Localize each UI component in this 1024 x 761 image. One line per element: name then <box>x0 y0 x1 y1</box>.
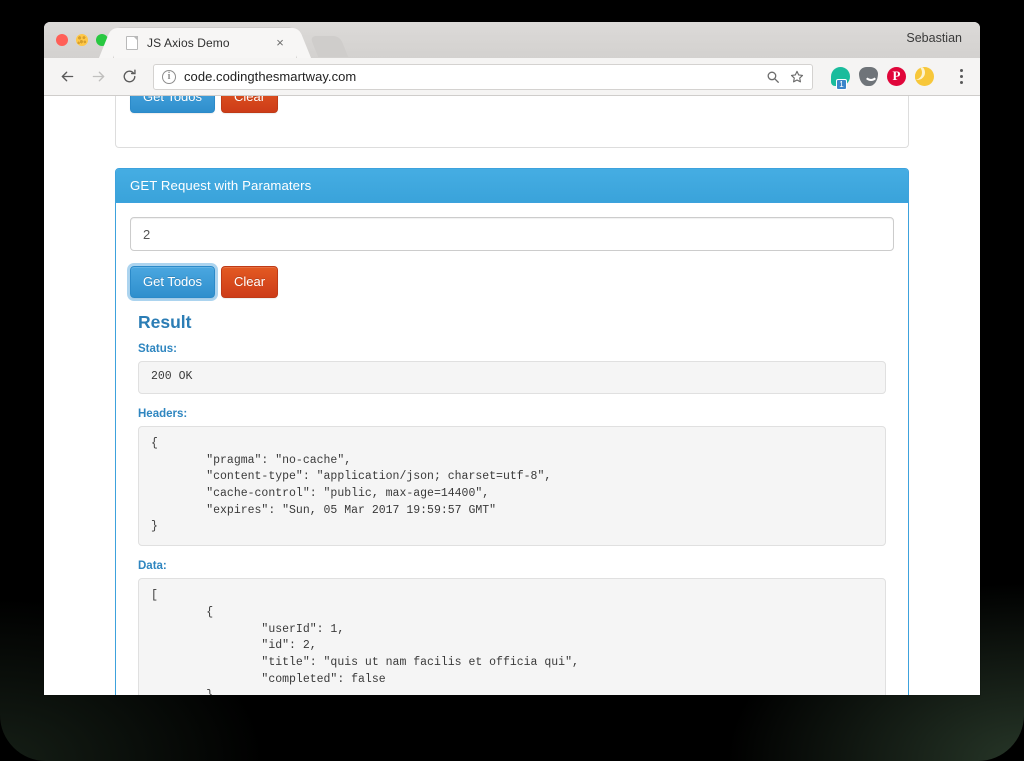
window-traffic-lights <box>56 34 108 46</box>
moon-extension-icon[interactable] <box>915 67 934 86</box>
data-output: [ { "userId": 1, "id": 2, "title": "quis… <box>138 578 886 695</box>
todo-id-input[interactable] <box>130 217 894 251</box>
pinterest-extension-icon[interactable]: P <box>887 67 906 86</box>
get-request-with-parameters-panel: GET Request with Paramaters Get Todos Cl… <box>115 168 909 695</box>
get-params-panel-heading: GET Request with Paramaters <box>116 169 908 203</box>
chrome-menu-icon[interactable] <box>952 66 970 88</box>
bookmark-star-icon[interactable] <box>790 70 804 84</box>
get-params-button-row: Get Todos Clear <box>126 262 894 302</box>
site-info-icon[interactable]: i <box>162 69 176 84</box>
back-button[interactable] <box>54 64 80 90</box>
get-request-button-row: Get Todos Clear <box>130 96 279 114</box>
clear-button-top[interactable]: Clear <box>221 96 279 114</box>
extension-icons: 1 P <box>819 66 970 90</box>
status-label: Status: <box>138 343 177 356</box>
address-bar-url: code.codingthesmartway.com <box>184 69 357 84</box>
web-page: Get Todos Clear GET Request with Paramat… <box>44 96 980 695</box>
clear-button[interactable]: Clear <box>221 266 279 299</box>
close-tab-icon[interactable]: × <box>272 35 288 51</box>
close-window-icon[interactable] <box>56 34 68 46</box>
result-title: Result <box>138 312 192 333</box>
todo-id-form-group <box>130 217 894 251</box>
extension-badge: 1 <box>836 79 847 90</box>
page-viewport: Get Todos Clear GET Request with Paramat… <box>44 96 980 695</box>
profile-name[interactable]: Sebastian <box>906 31 962 45</box>
search-icon[interactable] <box>766 70 780 84</box>
address-bar[interactable]: i code.codingthesmartway.com <box>153 63 813 90</box>
pocket-extension-icon[interactable] <box>859 67 878 86</box>
get-request-panel-partial: Get Todos Clear <box>115 96 909 148</box>
data-label: Data: <box>138 560 167 573</box>
reload-button[interactable] <box>116 64 142 90</box>
get-todos-button-top[interactable]: Get Todos <box>130 96 216 114</box>
headers-label: Headers: <box>138 408 188 421</box>
minimize-window-icon[interactable] <box>76 34 88 46</box>
forward-button <box>85 64 111 90</box>
get-params-panel-body: Get Todos Clear Result Status: 200 OK He… <box>116 203 908 695</box>
browser-window: JS Axios Demo × Sebastian i code.codingt… <box>44 22 980 695</box>
browser-tab-strip: JS Axios Demo × Sebastian <box>44 22 980 58</box>
tab-js-axios-demo[interactable]: JS Axios Demo × <box>114 28 296 58</box>
status-output: 200 OK <box>138 361 886 395</box>
page-favicon-icon <box>126 36 138 50</box>
tab-title: JS Axios Demo <box>147 36 230 50</box>
browser-toolbar: i code.codingthesmartway.com 1 P <box>44 58 980 96</box>
device-frame: JS Axios Demo × Sebastian i code.codingt… <box>0 0 1024 761</box>
get-todos-button[interactable]: Get Todos <box>126 262 219 302</box>
page-container: Get Todos Clear GET Request with Paramat… <box>115 96 909 695</box>
new-tab-button[interactable] <box>309 36 349 57</box>
extension-green-icon[interactable]: 1 <box>831 67 850 90</box>
headers-output: { "pragma": "no-cache", "content-type": … <box>138 426 886 547</box>
